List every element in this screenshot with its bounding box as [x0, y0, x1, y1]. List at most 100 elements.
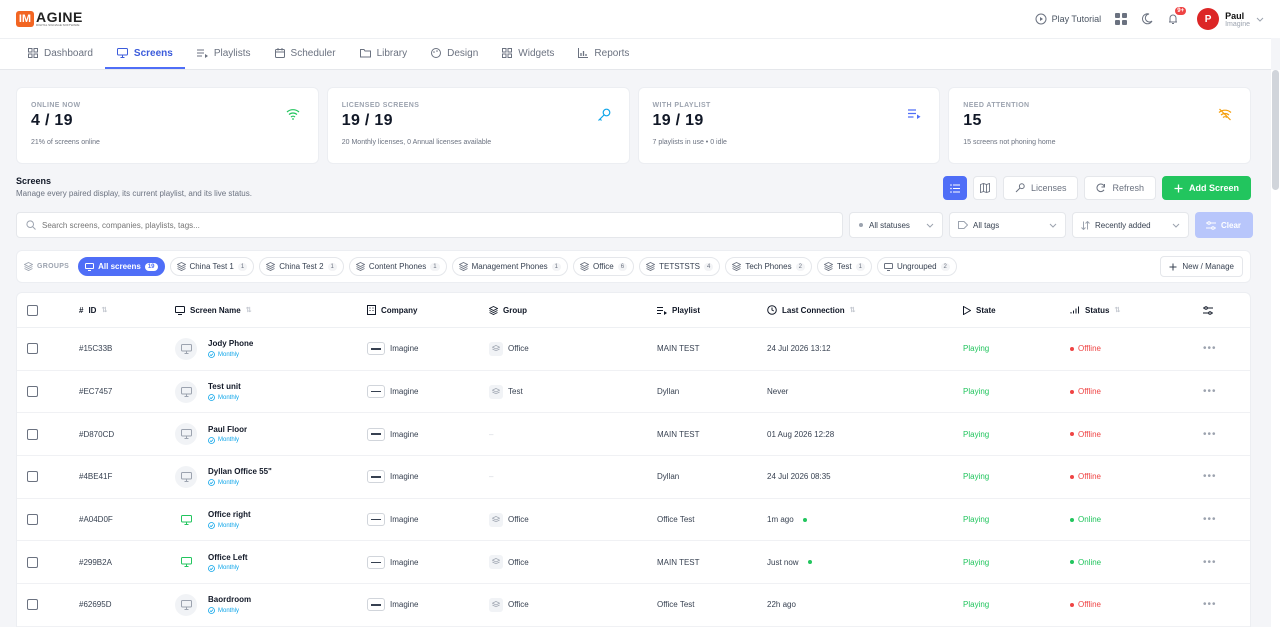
group-chip-tech-phones[interactable]: Tech Phones 2: [725, 257, 812, 276]
company-logo-icon: [367, 555, 385, 569]
row-last-connection: 1m ago: [767, 515, 794, 525]
nav-design[interactable]: Design: [419, 39, 490, 69]
layers-icon: [24, 262, 33, 271]
sort-icon[interactable]: ⇅: [1114, 306, 1120, 314]
group-chip-content-phones[interactable]: Content Phones 1: [348, 257, 447, 276]
row-playlist: Dyllan: [657, 472, 680, 482]
company-logo-icon: [367, 427, 385, 441]
row-checkbox[interactable]: [27, 471, 38, 483]
clear-filters-button[interactable]: Clear: [1195, 212, 1253, 238]
nav-scheduler[interactable]: Scheduler: [263, 39, 348, 69]
nav-widgets[interactable]: Widgets: [490, 39, 566, 69]
more-options-icon[interactable]: •••: [1203, 557, 1217, 568]
group-chip-management-phones[interactable]: Management Phones 1: [451, 257, 568, 276]
more-options-icon[interactable]: •••: [1203, 429, 1217, 440]
table-row[interactable]: #A04D0F Office right Monthly Imagine Office O…: [17, 499, 1250, 542]
group-chip-all-screens[interactable]: All screens 19: [78, 257, 165, 276]
sort-value: Recently added: [1095, 220, 1151, 230]
row-company: Imagine: [390, 387, 419, 397]
monitor-icon: [175, 337, 197, 360]
scrollbar-thumb[interactable]: [1272, 70, 1279, 190]
more-options-icon[interactable]: •••: [1203, 386, 1217, 397]
sort-icon[interactable]: ⇅: [246, 306, 252, 314]
more-options-icon[interactable]: •••: [1203, 471, 1217, 482]
more-options-icon[interactable]: •••: [1203, 599, 1217, 610]
row-company: Imagine: [390, 429, 419, 439]
row-status: Offline: [1078, 429, 1101, 439]
row-checkbox[interactable]: [27, 343, 38, 355]
play-tutorial-button[interactable]: Play Tutorial: [1035, 13, 1101, 25]
row-screen-name[interactable]: Jody Phone: [208, 339, 253, 348]
group-chip-ungrouped[interactable]: Ungrouped 2: [876, 257, 957, 276]
tags-filter[interactable]: All tags: [949, 212, 1066, 238]
moon-icon[interactable]: [1141, 13, 1153, 25]
refresh-button[interactable]: Refresh: [1084, 176, 1156, 200]
group-chip-china-test-2[interactable]: China Test 21: [259, 257, 344, 276]
row-screen-name[interactable]: Dyllan Office 55": [208, 467, 272, 476]
row-checkbox[interactable]: [27, 428, 38, 440]
header-id[interactable]: ID: [88, 306, 96, 315]
signal-icon: [1070, 306, 1080, 314]
nav-dashboard[interactable]: Dashboard: [16, 39, 105, 69]
group-chip-count: 1: [855, 262, 865, 271]
search-input[interactable]: [42, 220, 833, 230]
user-menu[interactable]: P Paul Imagine: [1197, 8, 1264, 30]
group-chip-test[interactable]: Test 1: [816, 257, 872, 276]
filter-bar: All statuses All tags Recently added Cle…: [16, 212, 1253, 238]
status-dot-icon: [1070, 389, 1074, 394]
group-chip-label: Content Phones: [368, 262, 427, 271]
page-scrollbar[interactable]: [1271, 70, 1280, 627]
row-screen-name[interactable]: Office Left: [208, 553, 248, 562]
select-all-checkbox[interactable]: [27, 304, 38, 316]
row-screen-name[interactable]: Office right: [208, 510, 251, 519]
group-chip-label: All screens: [98, 262, 141, 271]
status-filter[interactable]: All statuses: [849, 212, 943, 238]
nav-reports[interactable]: Reports: [566, 39, 641, 69]
column-settings-icon[interactable]: [1203, 305, 1213, 315]
nav-playlists[interactable]: Playlists: [185, 39, 263, 69]
check-circle-icon: [208, 351, 215, 359]
add-screen-button[interactable]: Add Screen: [1161, 176, 1251, 200]
table-row[interactable]: #4BE41F Dyllan Office 55" Monthly Imagine – D…: [17, 456, 1250, 499]
row-checkbox[interactable]: [27, 556, 38, 568]
group-chip-count: 2: [940, 262, 950, 271]
more-options-icon[interactable]: •••: [1203, 514, 1217, 525]
nav-screens[interactable]: Screens: [104, 39, 185, 69]
sort-icon[interactable]: ⇅: [850, 306, 856, 314]
list-view-button[interactable]: [942, 176, 967, 200]
table-row[interactable]: #299B2A Office Left Monthly Imagine Office MA…: [17, 541, 1250, 585]
row-license-plan: Monthly: [208, 351, 253, 359]
group-chip-china-test-1[interactable]: China Test 11: [169, 257, 255, 276]
tag-icon: [958, 221, 968, 229]
table-row[interactable]: #15C33B Jody Phone Monthly Imagine Office MAI…: [17, 328, 1250, 371]
new-manage-button[interactable]: New / Manage: [1160, 256, 1243, 277]
row-screen-name[interactable]: Paul Floor: [208, 425, 247, 434]
key-icon: [1015, 183, 1025, 193]
plus-icon: [1174, 184, 1183, 193]
table-row[interactable]: #D870CD Paul Floor Monthly Imagine – MAIN TES…: [17, 413, 1250, 457]
apps-grid-icon[interactable]: [1115, 13, 1128, 25]
sort-icon[interactable]: ⇅: [101, 306, 107, 314]
table-row[interactable]: #EC7457 Test unit Monthly Imagine Test Dyllan…: [17, 371, 1250, 414]
map-view-button[interactable]: [972, 176, 997, 200]
search-box[interactable]: [16, 212, 843, 238]
row-checkbox[interactable]: [27, 514, 38, 526]
group-chip-tetststs[interactable]: TETSTSTS 4: [639, 257, 721, 276]
sort-select[interactable]: Recently added: [1072, 212, 1189, 238]
row-checkbox[interactable]: [27, 599, 38, 611]
row-screen-name[interactable]: Test unit: [208, 382, 241, 391]
row-group: Office: [508, 344, 529, 354]
header-status[interactable]: Status: [1085, 306, 1109, 315]
row-screen-name[interactable]: Baordroom: [208, 595, 251, 604]
header-name[interactable]: Screen Name: [190, 306, 241, 315]
group-chip-count: 19: [144, 262, 158, 271]
bell-icon[interactable]: 9+: [1167, 7, 1187, 25]
table-row[interactable]: #62695D Baordroom Monthly Imagine Office Offi…: [17, 584, 1250, 627]
app-logo[interactable]: IM AGINE DIGITAL SIGNAGE SOFTWARE: [16, 10, 83, 27]
header-last-connection[interactable]: Last Connection: [782, 306, 845, 315]
row-checkbox[interactable]: [27, 386, 38, 398]
group-chip-office[interactable]: Office 6: [573, 257, 635, 276]
more-options-icon[interactable]: •••: [1203, 343, 1217, 354]
nav-library[interactable]: Library: [348, 39, 420, 69]
licenses-button[interactable]: Licenses: [1002, 176, 1079, 200]
